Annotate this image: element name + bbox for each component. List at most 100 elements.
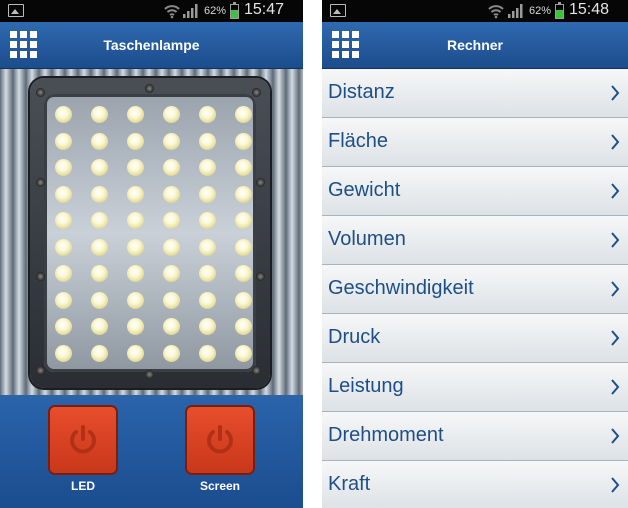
led-light — [91, 238, 108, 256]
led-light — [235, 265, 252, 282]
led-light — [235, 185, 252, 203]
led-light — [163, 344, 180, 362]
list-item[interactable]: Distanz — [322, 69, 628, 118]
led-light — [235, 106, 252, 123]
screw — [256, 272, 265, 281]
led-light — [235, 132, 252, 150]
led-power-button[interactable] — [50, 407, 116, 473]
led-light — [55, 132, 72, 150]
led-light — [91, 318, 108, 335]
page-title: Rechner — [446, 37, 504, 53]
screw — [145, 84, 154, 93]
led-light — [55, 265, 72, 282]
list-item-label: Leistung — [328, 375, 404, 397]
led-light — [199, 132, 216, 150]
led-light — [235, 318, 252, 335]
power-icon — [207, 425, 233, 454]
wifi-icon — [164, 5, 180, 19]
led-light — [235, 159, 252, 176]
led-light — [91, 132, 108, 150]
chevron-right-icon — [611, 477, 620, 493]
led-light — [127, 265, 144, 282]
screw — [36, 272, 45, 281]
led-light — [91, 159, 108, 176]
led-light — [199, 344, 216, 362]
status-time: 15:47 — [244, 1, 285, 18]
led-light — [55, 159, 72, 176]
battery-icon — [555, 2, 564, 19]
led-light — [55, 291, 72, 309]
led-light — [163, 106, 180, 123]
list-item[interactable]: Volumen — [322, 216, 628, 265]
list-item[interactable]: Gewicht — [322, 167, 628, 216]
led-light — [91, 185, 108, 203]
led-light — [127, 291, 144, 309]
led-light — [163, 159, 180, 176]
list-item[interactable]: Drehmoment — [322, 412, 628, 461]
list-item[interactable]: Geschwindigkeit — [322, 265, 628, 314]
led-light — [199, 265, 216, 282]
status-time: 15:48 — [569, 1, 610, 18]
led-light — [199, 212, 216, 229]
screw — [252, 88, 261, 97]
led-light — [163, 318, 180, 335]
led-light — [91, 106, 108, 123]
screw — [252, 366, 261, 375]
list-item-label: Drehmoment — [328, 424, 444, 446]
led-light — [127, 185, 144, 203]
led-light — [235, 344, 252, 362]
list-item-label: Kraft — [328, 473, 371, 495]
chevron-right-icon — [611, 183, 620, 199]
led-light — [55, 106, 72, 123]
led-light — [127, 132, 144, 150]
converter-list: Distanz Fläche Gewicht Volumen Geschwind… — [322, 69, 628, 508]
led-panel[interactable] — [44, 94, 256, 372]
led-light — [127, 344, 144, 362]
converter-screen: 62% 15:48 Rechner Distanz Fläche Gewicht… — [322, 0, 628, 508]
list-item[interactable]: Fläche — [322, 118, 628, 167]
status-bar: 62% 15:47 — [0, 0, 303, 22]
led-light — [91, 212, 108, 229]
chevron-right-icon — [611, 134, 620, 150]
led-light — [235, 291, 252, 309]
battery-percent: 62% — [529, 5, 552, 17]
chevron-right-icon — [611, 85, 620, 101]
chevron-right-icon — [611, 379, 620, 395]
led-light — [199, 159, 216, 176]
led-light — [127, 212, 144, 229]
led-light — [127, 106, 144, 123]
image-icon — [8, 4, 24, 17]
power-icon — [70, 425, 96, 454]
led-light — [127, 159, 144, 176]
led-light — [199, 106, 216, 123]
chevron-right-icon — [611, 281, 620, 297]
screw — [145, 370, 154, 379]
chevron-right-icon — [611, 232, 620, 248]
list-item[interactable]: Kraft — [322, 461, 628, 508]
led-light — [55, 185, 72, 203]
battery-icon — [230, 2, 239, 19]
screen-power-button[interactable] — [187, 407, 253, 473]
app-bar: Taschenlampe — [0, 22, 303, 69]
screw — [36, 178, 45, 187]
signal-icon — [183, 4, 198, 18]
led-light — [91, 344, 108, 362]
led-light — [235, 212, 252, 229]
list-item[interactable]: Druck — [322, 314, 628, 363]
list-item[interactable]: Leistung — [322, 363, 628, 412]
led-light — [55, 212, 72, 229]
battery-percent: 62% — [204, 5, 227, 17]
signal-icon — [508, 4, 523, 18]
list-item-label: Geschwindigkeit — [328, 277, 474, 299]
led-light — [199, 318, 216, 335]
wifi-icon — [488, 5, 504, 19]
flashlight-screen: 62% 15:47 Taschenlampe LED Screen — [0, 0, 303, 508]
page-title: Taschenlampe — [103, 37, 200, 53]
led-light — [199, 238, 216, 256]
chevron-right-icon — [611, 428, 620, 444]
list-item-label: Fläche — [328, 130, 389, 152]
led-light — [163, 185, 180, 203]
led-light — [163, 132, 180, 150]
status-bar: 62% 15:48 — [322, 0, 628, 22]
led-light — [127, 318, 144, 335]
